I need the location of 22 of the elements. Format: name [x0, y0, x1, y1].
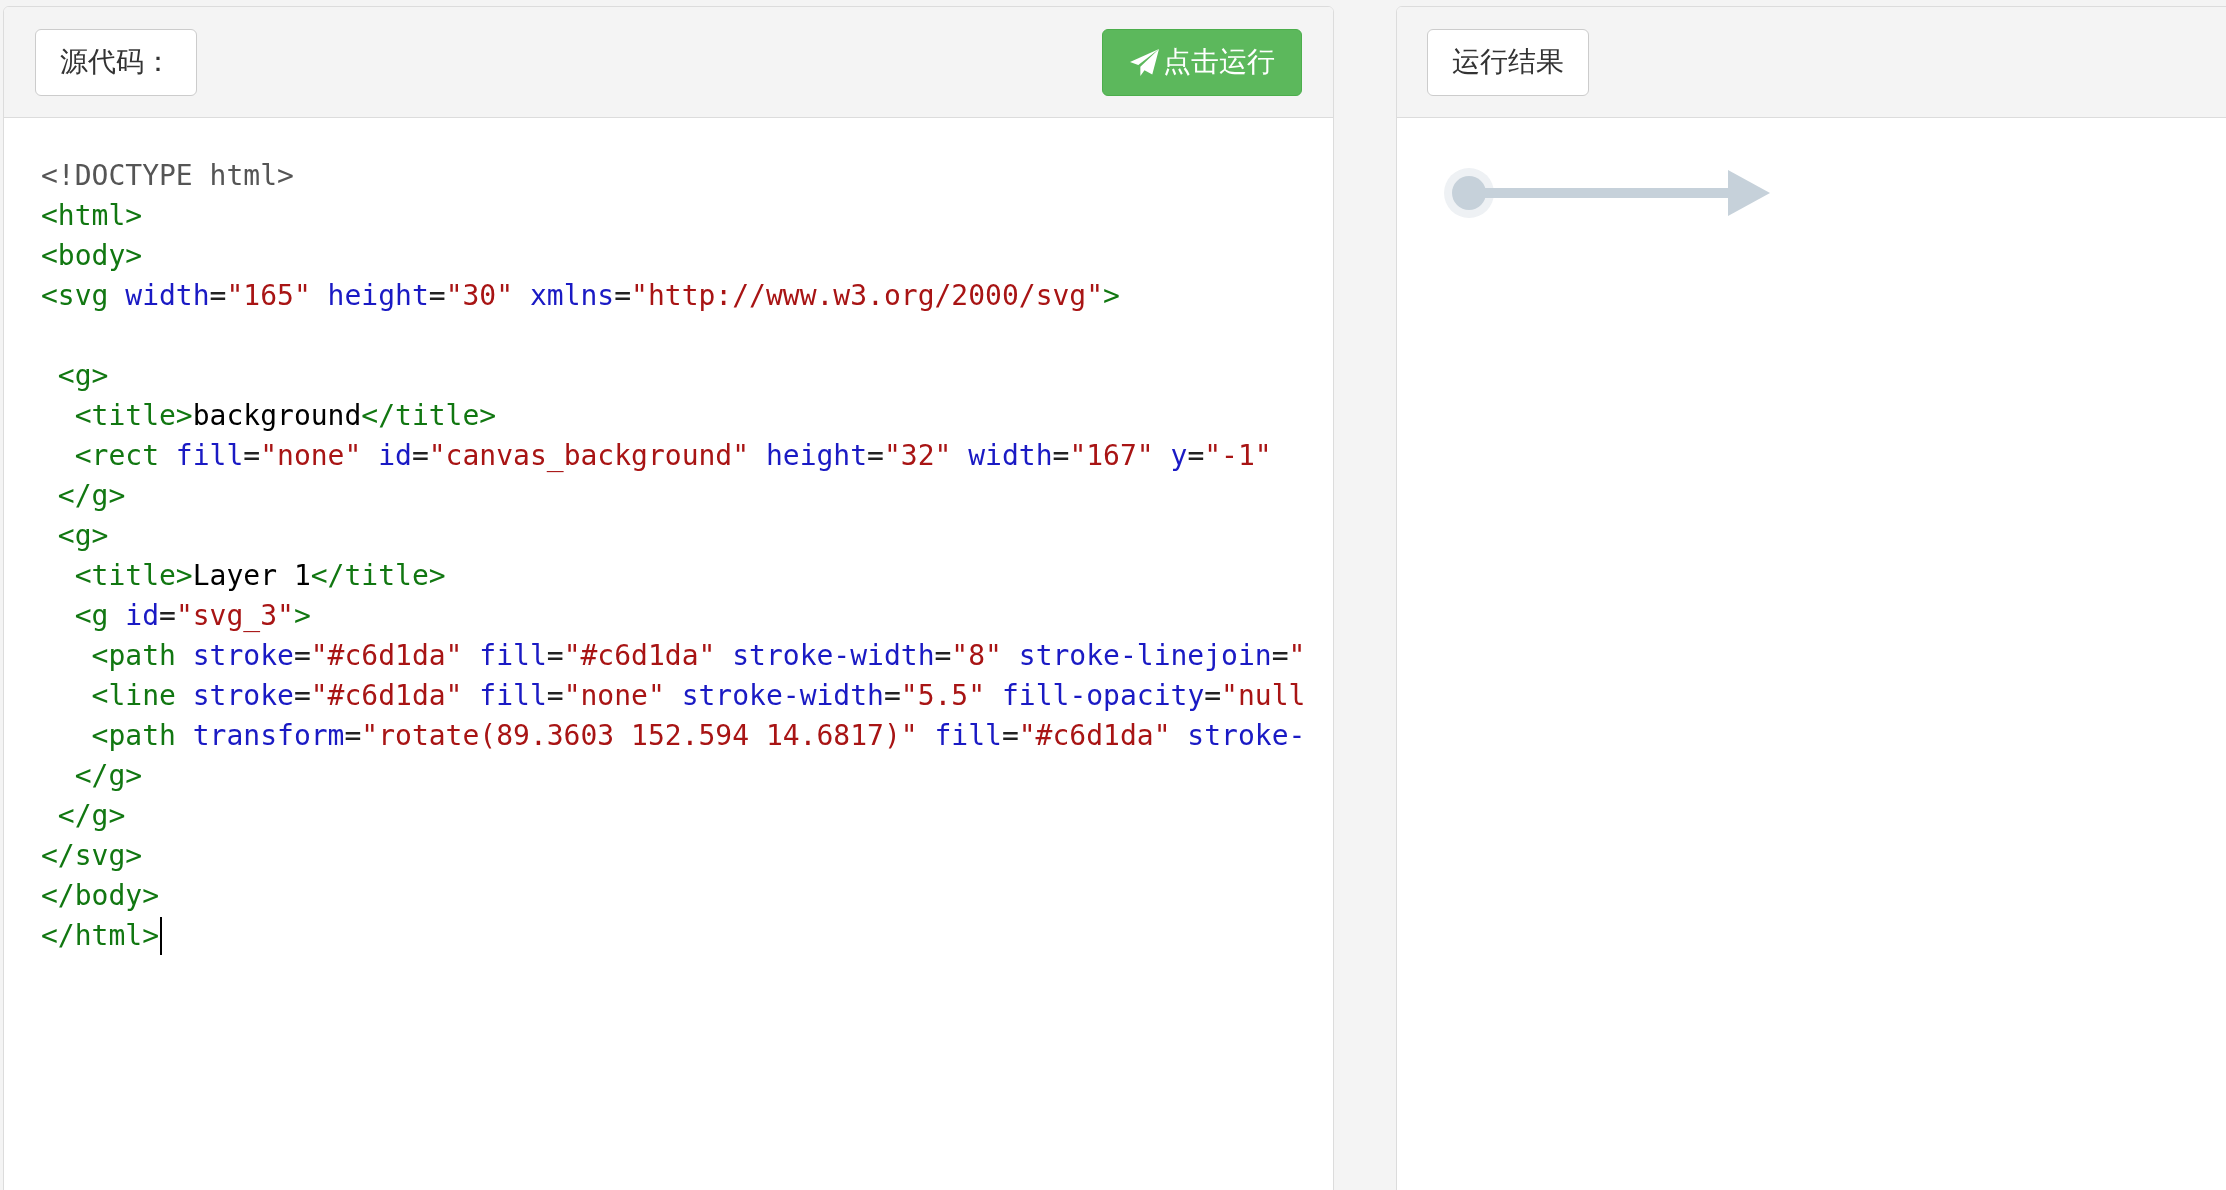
code-line: </g> — [57, 799, 126, 833]
code-line: <g> — [57, 519, 109, 553]
run-result-button[interactable]: 运行结果 — [1427, 28, 1589, 96]
code-line: <title>Layer 1</title> — [74, 559, 446, 593]
code-line: <g id="svg_3"> — [74, 599, 311, 633]
code-line: <html> — [41, 199, 143, 233]
code-line: <!DOCTYPE html> — [41, 159, 294, 193]
code-line: <rect fill="none" id="canvas_background" height="32" width="167" y="-1" — [74, 439, 1272, 473]
code-line: <svg width="165" height="30" xmlns="http://www.w3.org/2000/svg"> — [41, 279, 1120, 313]
code-line: <path stroke="#c6d1da" fill="#c6d1da" stroke-width="8" stroke-linejoin=" — [91, 639, 1306, 673]
code-line: </body> — [41, 879, 159, 913]
source-code-button[interactable]: 源代码： — [35, 28, 197, 96]
code-line: <path transform="rotate(89.3603 152.594 14.6817)" fill="#c6d1da" stroke- — [91, 719, 1306, 753]
code-line: </svg> — [41, 839, 143, 873]
code-line: </g> — [74, 759, 143, 793]
paper-plane-icon — [1129, 48, 1159, 76]
code-line: <body> — [41, 239, 143, 273]
code-line: </html> — [41, 919, 159, 953]
code-line: <g> — [57, 359, 109, 393]
code-line: <title>background</title> — [74, 399, 497, 433]
code-line: <line stroke="#c6d1da" fill="none" stroke-width="5.5" fill-opacity="null — [91, 679, 1306, 713]
code-line: </g> — [57, 479, 126, 513]
